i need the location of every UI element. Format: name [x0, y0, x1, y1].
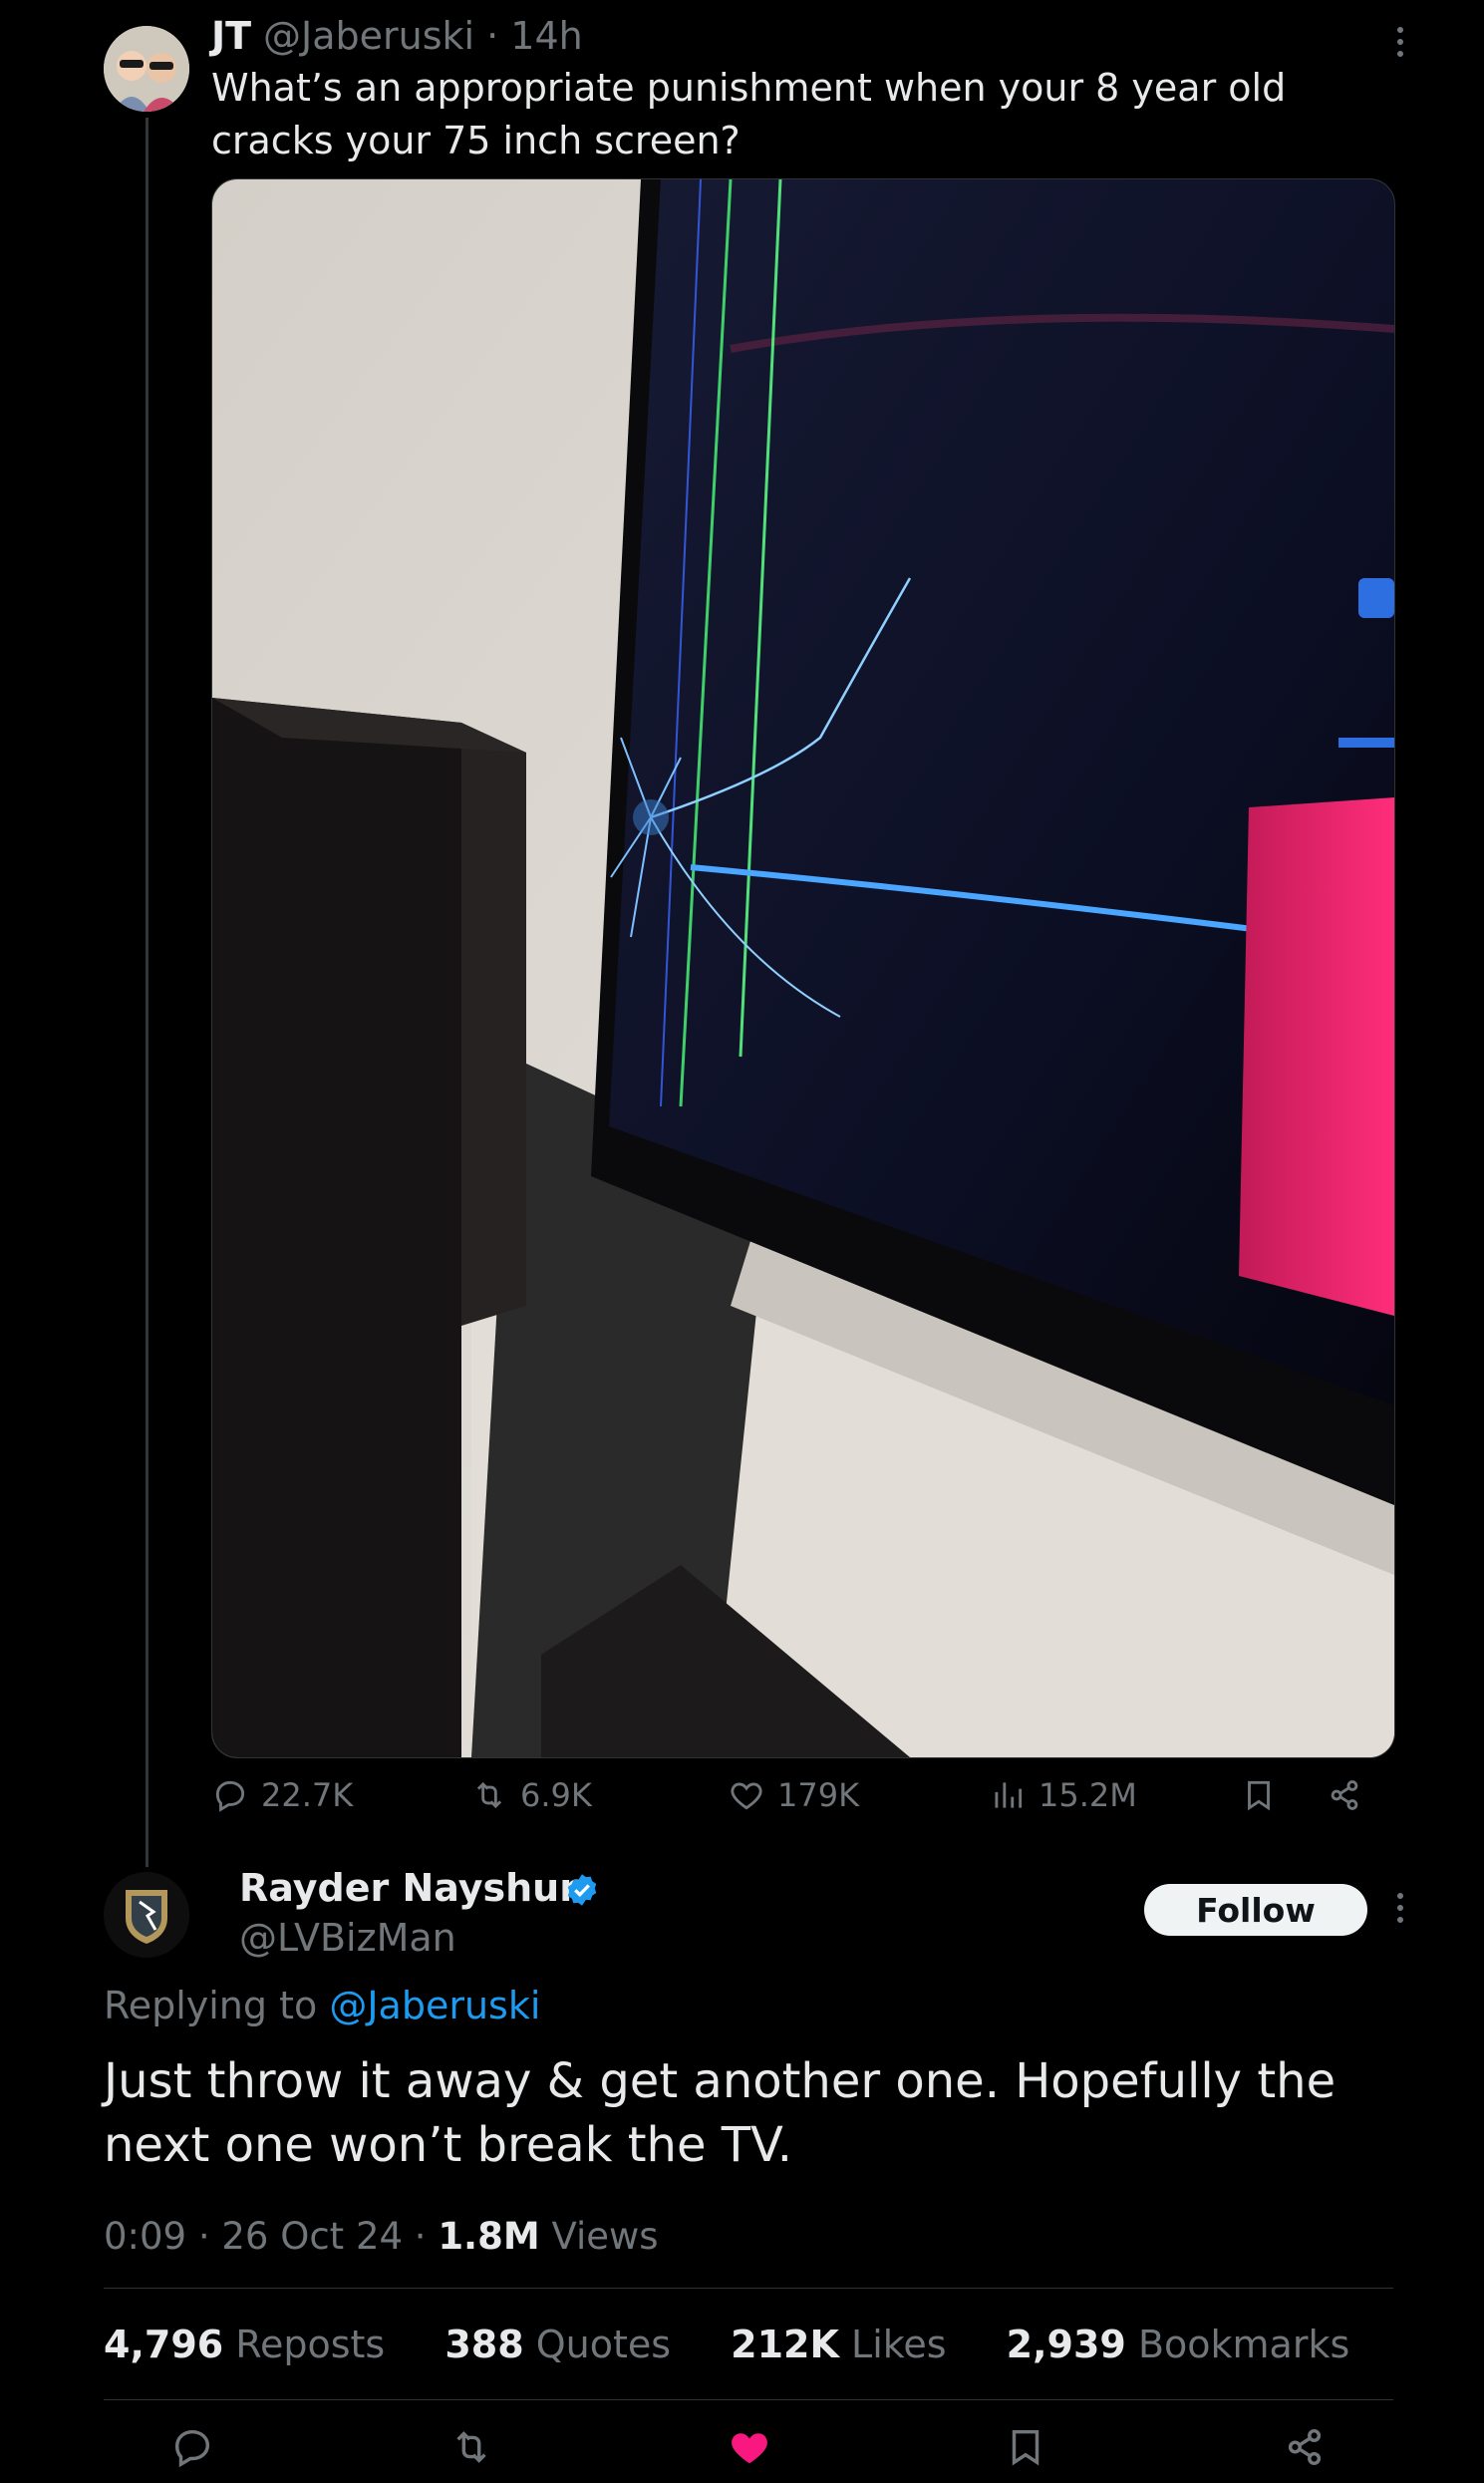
follow-button[interactable]: Follow [1144, 1884, 1367, 1936]
repost-icon [456, 2431, 486, 2463]
quotes-label: Quotes [523, 2323, 672, 2366]
reposts-count: 4,796 [104, 2323, 224, 2366]
reply-text: Just throw it away & get another one. Ho… [104, 2053, 1336, 2173]
verified-badge-icon [564, 1872, 600, 1908]
reply-author-name[interactable]: Rayder Nayshun [239, 1866, 586, 1910]
bookmark-button[interactable] [1240, 1776, 1278, 1814]
reply-stats: 4,796 Reposts 388 Quotes 212K Likes 2,93… [104, 2323, 1397, 2366]
quotes-count: 388 [445, 2323, 524, 2366]
reply-views-label: Views [539, 2215, 659, 2258]
tweet-text: What’s an appropriate punishment when yo… [211, 66, 1287, 162]
likes-count: 212K [731, 2323, 839, 2366]
reply-views-count: 1.8M [438, 2215, 540, 2258]
bookmark-icon [1012, 2429, 1039, 2466]
share-icon [1331, 1780, 1358, 1810]
bookmark-icon [1248, 1780, 1270, 1811]
like-action-button[interactable] [727, 2424, 772, 2470]
bookmark-action-button[interactable] [1003, 2424, 1048, 2470]
replying-prefix: Replying to [104, 1984, 318, 2027]
reply-icon [215, 1780, 245, 1812]
tweet-action-bar: 22.7K 6.9K 179K 15.2M [211, 1776, 1393, 1824]
like-count: 179K [777, 1776, 860, 1814]
reposts-label: Reposts [223, 2323, 386, 2366]
like-icon [732, 2433, 767, 2464]
like-icon [731, 1782, 762, 1810]
thread-connector [146, 118, 148, 1867]
author-handle-time[interactable]: @Jaberuski · 14h [263, 14, 583, 58]
replying-to-link[interactable]: @Jaberuski [329, 1984, 540, 2027]
reply-meta: 0:09 · 26 Oct 24 · 1.8M Views [104, 2215, 659, 2258]
likes-label: Likes [838, 2323, 947, 2366]
bookmarks-label: Bookmarks [1125, 2323, 1350, 2366]
like-button[interactable]: 179K [728, 1776, 859, 1814]
views-count: 15.2M [1039, 1776, 1137, 1814]
reply-author-handle[interactable]: @LVBizMan [239, 1916, 456, 1960]
author-avatar[interactable] [104, 26, 189, 112]
reply-timestamp[interactable]: 0:09 · 26 Oct 24 · [104, 2215, 438, 2258]
author-name[interactable]: JT [211, 14, 251, 58]
share-action-button[interactable] [1282, 2424, 1328, 2470]
divider [104, 2288, 1393, 2289]
repost-button[interactable]: 6.9K [470, 1776, 592, 1814]
bookmarks-stat[interactable]: 2,939 Bookmarks [1007, 2323, 1350, 2366]
replying-to: Replying to @Jaberuski [104, 1984, 540, 2027]
reply-icon [174, 2429, 210, 2468]
repost-count: 6.9K [520, 1776, 592, 1814]
reply-more-icon[interactable] [1385, 1888, 1415, 1928]
views-button[interactable]: 15.2M [989, 1776, 1137, 1814]
repost-icon [476, 1781, 502, 1809]
more-icon[interactable] [1385, 22, 1415, 62]
reposts-stat[interactable]: 4,796 Reposts [104, 2323, 385, 2366]
bookmarks-count: 2,939 [1006, 2323, 1126, 2366]
tweet-photo[interactable] [211, 178, 1395, 1758]
likes-stat[interactable]: 212K Likes [731, 2323, 946, 2366]
reply-action-button[interactable] [169, 2424, 215, 2470]
reply-button[interactable]: 22.7K [211, 1776, 353, 1814]
reply-count: 22.7K [261, 1776, 354, 1814]
share-icon [1288, 2428, 1322, 2466]
share-button[interactable] [1326, 1776, 1363, 1814]
divider [104, 2399, 1393, 2400]
views-icon [995, 1782, 1023, 1808]
reply-author-avatar[interactable] [104, 1872, 189, 1958]
repost-action-button[interactable] [448, 2424, 494, 2470]
quotes-stat[interactable]: 388 Quotes [445, 2323, 671, 2366]
